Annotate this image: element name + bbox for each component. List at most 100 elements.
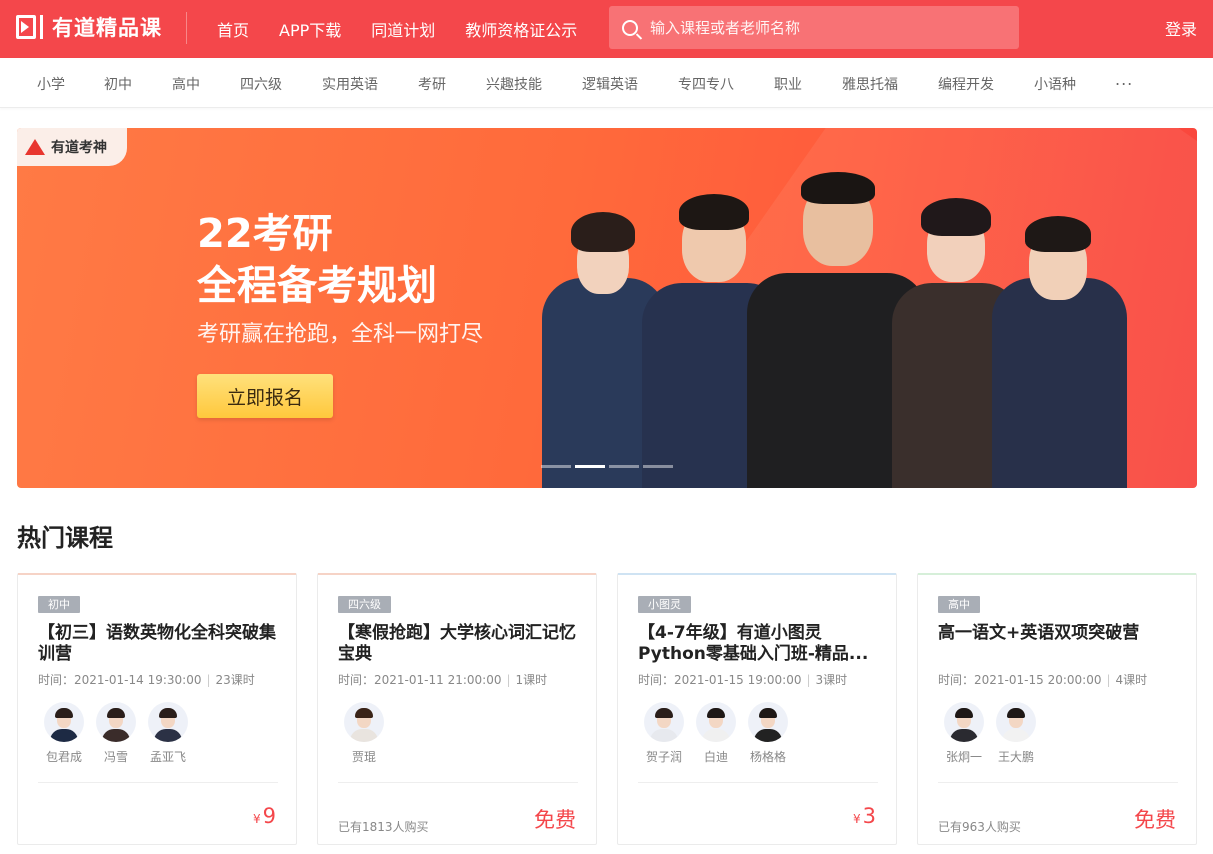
purchase-count: 已有963人购买 bbox=[938, 820, 1021, 834]
teacher[interactable]: 杨格格 bbox=[742, 702, 794, 765]
avatar bbox=[996, 702, 1036, 742]
teacher-list: 贾琨 bbox=[338, 702, 390, 765]
category-primary[interactable]: 小学 bbox=[37, 74, 65, 94]
course-meta: 时间：2021-01-15 19:00:00 | 3课时 bbox=[638, 673, 848, 687]
login-link[interactable]: 登录 bbox=[1165, 16, 1197, 40]
carousel-dot[interactable] bbox=[643, 465, 673, 468]
logo-text: 有道精品课 bbox=[52, 16, 162, 40]
course-lessons: 1课时 bbox=[515, 673, 548, 687]
course-tag: 小图灵 bbox=[638, 596, 691, 613]
teacher-name: 贾琨 bbox=[351, 750, 376, 764]
course-title[interactable]: 【寒假抢跑】大学核心词汇记忆宝典 bbox=[338, 623, 578, 665]
course-meta: 时间：2021-01-11 21:00:00 | 1课时 bbox=[338, 673, 548, 687]
teacher[interactable]: 孟亚飞 bbox=[142, 702, 194, 765]
search-input[interactable] bbox=[650, 18, 990, 37]
carousel-dot[interactable] bbox=[609, 465, 639, 468]
teacher-list: 包君成 冯雪 孟亚飞 bbox=[38, 702, 194, 765]
course-title[interactable]: 高一语文+英语双项突破营 bbox=[938, 623, 1178, 644]
avatar bbox=[96, 702, 136, 742]
category-tem[interactable]: 专四专八 bbox=[678, 74, 734, 94]
category-career[interactable]: 职业 bbox=[774, 74, 802, 94]
brand-badge: 有道考神 bbox=[17, 128, 127, 166]
teacher-list: 贺子润 白迪 杨格格 bbox=[638, 702, 794, 765]
course-price: ¥3 bbox=[852, 804, 876, 828]
nav-tongdao-plan[interactable]: 同道计划 bbox=[371, 17, 435, 41]
teacher[interactable]: 贾琨 bbox=[338, 702, 390, 765]
category-kaoyan[interactable]: 考研 bbox=[418, 74, 446, 94]
category-ielts-toefl[interactable]: 雅思托福 bbox=[842, 74, 898, 94]
category-minor-language[interactable]: 小语种 bbox=[1034, 74, 1076, 94]
course-price: ¥9 bbox=[252, 804, 276, 828]
course-lessons: 4课时 bbox=[1115, 673, 1148, 687]
category-senior[interactable]: 高中 bbox=[172, 74, 200, 94]
course-title[interactable]: 【初三】语数英物化全科突破集训营 bbox=[38, 623, 278, 665]
course-time: 2021-01-11 21:00:00 bbox=[374, 673, 502, 687]
avatar bbox=[748, 702, 788, 742]
banner-title-line2: 全程备考规划 bbox=[197, 263, 437, 309]
banner-subtitle: 考研赢在抢跑，全科一网打尽 bbox=[197, 322, 484, 347]
teacher[interactable]: 包君成 bbox=[38, 702, 90, 765]
search-icon[interactable] bbox=[622, 19, 638, 36]
course-card[interactable]: 小图灵 【4-7年级】有道小图灵Python零基础入门班-精品... 时间：20… bbox=[617, 573, 897, 845]
more-icon[interactable]: ... bbox=[1115, 70, 1133, 89]
top-header: 有道精品课 首页 APP下载 同道计划 教师资格证公示 登录 bbox=[0, 0, 1213, 58]
section-title: 热门课程 bbox=[17, 524, 113, 552]
teacher[interactable]: 王大鹏 bbox=[990, 702, 1042, 765]
course-card[interactable]: 四六级 【寒假抢跑】大学核心词汇记忆宝典 时间：2021-01-11 21:00… bbox=[317, 573, 597, 845]
course-meta: 时间：2021-01-15 20:00:00 | 4课时 bbox=[938, 673, 1148, 687]
avatar bbox=[944, 702, 984, 742]
teacher-name: 孟亚飞 bbox=[149, 750, 186, 764]
category-nav: 小学 初中 高中 四六级 实用英语 考研 兴趣技能 逻辑英语 专四专八 职业 雅… bbox=[0, 58, 1213, 108]
category-hobby[interactable]: 兴趣技能 bbox=[486, 74, 542, 94]
category-logic-english[interactable]: 逻辑英语 bbox=[582, 74, 638, 94]
nav-teacher-cert[interactable]: 教师资格证公示 bbox=[465, 17, 577, 41]
teacher-name: 王大鹏 bbox=[997, 750, 1034, 764]
teacher-name: 冯雪 bbox=[103, 750, 128, 764]
teacher-name: 贺子润 bbox=[645, 750, 682, 764]
course-lessons: 3课时 bbox=[815, 673, 848, 687]
course-tag: 初中 bbox=[38, 596, 80, 613]
teacher[interactable]: 张炯一 bbox=[938, 702, 990, 765]
avatar bbox=[148, 702, 188, 742]
category-practical-english[interactable]: 实用英语 bbox=[322, 74, 378, 94]
avatar bbox=[696, 702, 736, 742]
brand-logo-icon bbox=[25, 139, 45, 155]
teacher-photo-group bbox=[527, 168, 1127, 488]
header-divider bbox=[186, 12, 187, 44]
banner-title-line1: 22考研 bbox=[197, 211, 333, 257]
brand-name: 有道考神 bbox=[51, 140, 107, 156]
course-card[interactable]: 初中 【初三】语数英物化全科突破集训营 时间：2021-01-14 19:30:… bbox=[17, 573, 297, 845]
nav-app-download[interactable]: APP下载 bbox=[279, 17, 341, 41]
carousel-indicators bbox=[541, 465, 677, 468]
enroll-button[interactable]: 立即报名 bbox=[197, 374, 333, 418]
category-cet[interactable]: 四六级 bbox=[240, 74, 282, 94]
course-meta: 时间：2021-01-14 19:30:00 | 23课时 bbox=[38, 673, 255, 687]
search-box[interactable] bbox=[609, 6, 1019, 49]
course-card[interactable]: 高中 高一语文+英语双项突破营 时间：2021-01-15 20:00:00 | 4… bbox=[917, 573, 1197, 845]
purchase-count: 已有1813人购买 bbox=[338, 820, 429, 834]
category-junior[interactable]: 初中 bbox=[104, 74, 132, 94]
teacher-name: 张炯一 bbox=[945, 750, 982, 764]
course-tag: 高中 bbox=[938, 596, 980, 613]
course-tag: 四六级 bbox=[338, 596, 391, 613]
carousel-dot-active[interactable] bbox=[575, 465, 605, 468]
avatar bbox=[44, 702, 84, 742]
course-time: 2021-01-14 19:30:00 bbox=[74, 673, 202, 687]
avatar bbox=[344, 702, 384, 742]
course-title[interactable]: 【4-7年级】有道小图灵Python零基础入门班-精品... bbox=[638, 623, 878, 665]
course-time: 2021-01-15 20:00:00 bbox=[974, 673, 1102, 687]
teacher-name: 包君成 bbox=[45, 750, 82, 764]
teacher[interactable]: 白迪 bbox=[690, 702, 742, 765]
carousel-dot[interactable] bbox=[541, 465, 571, 468]
course-price: 免费 bbox=[534, 808, 576, 832]
teacher-list: 张炯一 王大鹏 bbox=[938, 702, 1042, 765]
teacher[interactable]: 冯雪 bbox=[90, 702, 142, 765]
logo[interactable]: 有道精品课 bbox=[16, 12, 162, 42]
hero-banner[interactable]: 有道考神 22考研 全程备考规划 考研赢在抢跑，全科一网打尽 立即报名 bbox=[17, 128, 1197, 488]
avatar bbox=[644, 702, 684, 742]
logo-icon bbox=[16, 14, 46, 40]
nav-home[interactable]: 首页 bbox=[217, 17, 249, 41]
category-programming[interactable]: 编程开发 bbox=[938, 74, 994, 94]
teacher[interactable]: 贺子润 bbox=[638, 702, 690, 765]
course-time: 2021-01-15 19:00:00 bbox=[674, 673, 802, 687]
